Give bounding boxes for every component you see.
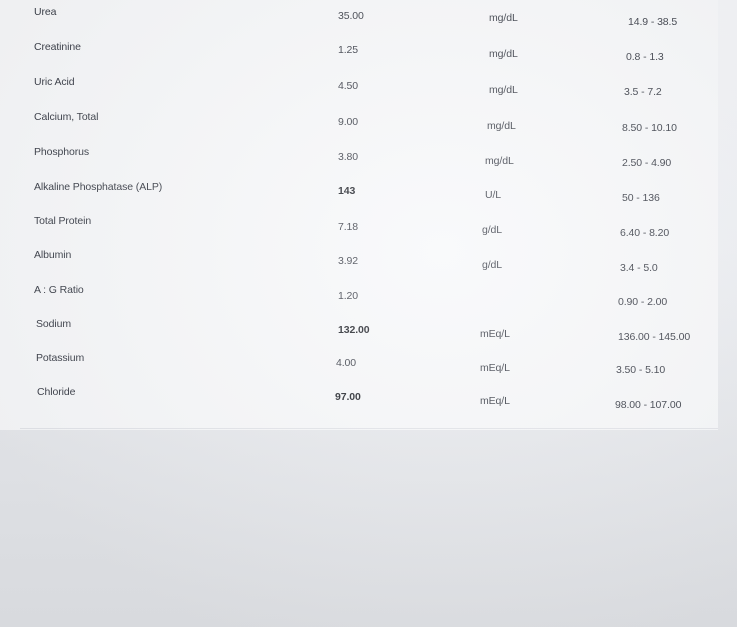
test-name: Phosphorus	[34, 146, 90, 158]
results-table: Urea 35.00 mg/dL 14.9 - 38.5 Creatinine …	[0, 0, 718, 430]
test-unit: mEq/L	[480, 328, 510, 340]
test-name: Total Protein	[34, 215, 92, 227]
table-row: A : G Ratio 1.20 0.90 - 2.00	[0, 283, 718, 308]
test-value: 1.25	[338, 44, 359, 56]
test-name: Uric Acid	[34, 76, 75, 88]
reference-range: 50 - 136	[622, 192, 660, 204]
reference-range: 3.4 - 5.0	[620, 262, 658, 274]
test-value: 9.00	[338, 116, 359, 128]
lab-report-page: Urea 35.00 mg/dL 14.9 - 38.5 Creatinine …	[0, 0, 737, 627]
reference-range: 0.8 - 1.3	[626, 51, 664, 63]
table-row: Albumin 3.92 g/dL 3.4 - 5.0	[0, 248, 718, 274]
test-value: 1.20	[338, 290, 359, 302]
test-unit: mEq/L	[480, 362, 510, 374]
table-row: Phosphorus 3.80 mg/dL 2.50 - 4.90	[0, 146, 718, 170]
table-row: Creatinine 1.25 mg/dL 0.8 - 1.3	[0, 40, 718, 64]
reference-range: 3.5 - 7.2	[624, 86, 662, 98]
test-value: 3.92	[338, 255, 359, 267]
test-unit: U/L	[485, 189, 502, 201]
table-row: Chloride 97.00 mEq/L 98.00 - 107.00	[0, 385, 718, 411]
test-unit: mg/dL	[487, 120, 516, 132]
test-value: 35.00	[338, 10, 364, 22]
test-unit: g/dL	[482, 224, 503, 236]
test-name: Creatinine	[34, 41, 81, 53]
table-row: Total Protein 7.18 g/dL 6.40 - 8.20	[0, 214, 718, 239]
test-name: Albumin	[34, 249, 72, 261]
test-name: Sodium	[36, 318, 72, 330]
test-unit: g/dL	[482, 259, 503, 271]
table-row: Alkaline Phosphatase (ALP) 143 U/L 50 - …	[0, 180, 718, 204]
test-value: 97.00	[335, 391, 361, 403]
reference-range: 6.40 - 8.20	[620, 227, 670, 239]
table-row: Calcium, Total 9.00 mg/dL 8.50 - 10.10	[0, 110, 718, 134]
test-unit: mg/dL	[489, 48, 518, 60]
table-row: Potassium 4.00 mEq/L 3.50 - 5.10	[0, 351, 718, 376]
test-value: 7.18	[338, 221, 359, 233]
test-unit: mg/dL	[485, 155, 514, 167]
test-unit: mEq/L	[480, 395, 510, 407]
reference-range: 136.00 - 145.00	[618, 331, 691, 343]
reference-range: 3.50 - 5.10	[616, 364, 666, 376]
test-name: Chloride	[37, 386, 76, 398]
test-unit: mg/dL	[489, 84, 518, 96]
test-value: 4.50	[338, 80, 359, 92]
test-name: Alkaline Phosphatase (ALP)	[34, 181, 163, 193]
table-row: Urea 35.00 mg/dL 14.9 - 38.5	[0, 6, 718, 30]
test-value: 132.00	[338, 324, 370, 336]
test-name: Potassium	[36, 352, 85, 364]
test-name: Urea	[34, 6, 57, 18]
reference-range: 14.9 - 38.5	[628, 16, 678, 28]
test-value: 143	[338, 185, 356, 197]
test-name: A : G Ratio	[34, 284, 84, 296]
test-unit: mg/dL	[489, 12, 518, 24]
reference-range: 0.90 - 2.00	[618, 296, 668, 308]
reference-range: 2.50 - 4.90	[622, 157, 672, 169]
test-value: 3.80	[338, 151, 359, 163]
reference-range: 8.50 - 10.10	[622, 122, 677, 134]
test-value: 4.00	[336, 357, 357, 369]
reference-range: 98.00 - 107.00	[615, 399, 682, 411]
table-row: Sodium 132.00 mEq/L 136.00 - 145.00	[0, 317, 718, 343]
test-name: Calcium, Total	[34, 111, 99, 123]
table-row: Uric Acid 4.50 mg/dL 3.5 - 7.2	[0, 76, 718, 100]
